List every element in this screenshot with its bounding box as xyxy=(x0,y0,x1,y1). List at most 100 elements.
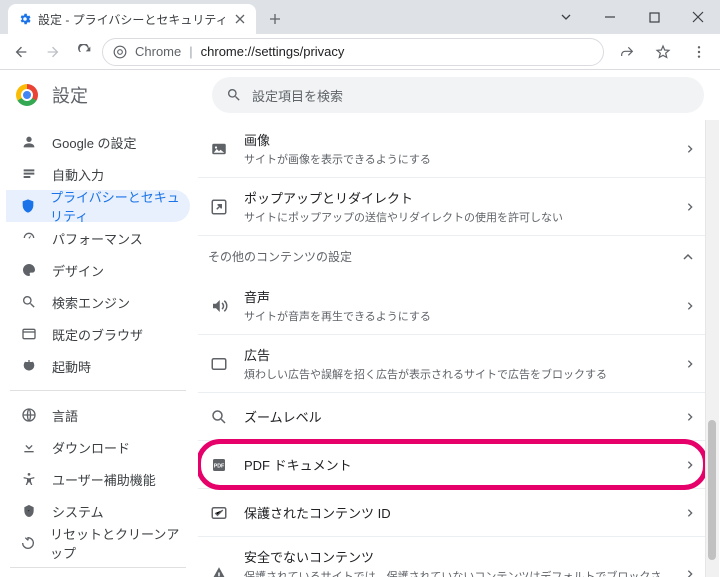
section-header[interactable]: その他のコンテンツの設定 xyxy=(198,235,710,277)
scrollbar-thumb[interactable] xyxy=(708,420,716,560)
sidebar: Google の設定自動入力プライバシーとセキュリティパフォーマンスデザイン検索… xyxy=(0,120,198,577)
sidebar-item[interactable]: システム xyxy=(6,495,190,527)
sidebar-item[interactable]: 自動入力 xyxy=(6,158,190,190)
browser-tab[interactable]: 設定 - プライバシーとセキュリティ xyxy=(8,4,256,34)
settings-row[interactable]: 広告煩わしい広告や誤解を招く広告が表示されるサイトで広告をブロックする xyxy=(198,334,710,392)
chevron-right-icon xyxy=(686,460,694,470)
row-subtitle: 煩わしい広告や誤解を招く広告が表示されるサイトで広告をブロックする xyxy=(244,366,672,382)
chevron-right-icon xyxy=(686,144,694,154)
gear-icon xyxy=(18,12,32,26)
sidebar-item-label: 言語 xyxy=(52,406,78,425)
autofill-icon xyxy=(20,166,38,182)
sidebar-item[interactable]: ダウンロード xyxy=(6,431,190,463)
volume-icon xyxy=(208,297,230,315)
settings-panel: 画像サイトが画像を表示できるようにするポップアップとリダイレクトサイトにポップア… xyxy=(198,120,720,577)
protect-icon xyxy=(208,504,230,522)
sidebar-divider xyxy=(10,390,186,391)
chevron-right-icon xyxy=(686,412,694,422)
sidebar-item-label: 起動時 xyxy=(52,357,91,376)
forward-button[interactable] xyxy=(38,37,68,67)
kebab-icon[interactable] xyxy=(684,37,714,67)
sidebar-item[interactable]: パフォーマンス xyxy=(6,222,190,254)
row-title: 音声 xyxy=(244,287,672,306)
row-subtitle: サイトが音声を再生できるようにする xyxy=(244,308,672,324)
sidebar-item[interactable]: Google の設定 xyxy=(6,126,190,158)
window-controls xyxy=(544,0,720,34)
close-window-button[interactable] xyxy=(676,2,720,32)
settings-row[interactable]: ズームレベル xyxy=(198,392,710,440)
settings-row[interactable]: 安全でないコンテンツ保護されているサイトでは、保護されていないコンテンツはデフォ… xyxy=(198,536,710,577)
browser-icon xyxy=(20,326,38,342)
sidebar-item-label: リセットとクリーンアップ xyxy=(50,524,180,562)
settings-row[interactable]: 画像サイトが画像を表示できるようにする xyxy=(198,120,710,177)
reset-icon xyxy=(20,535,36,551)
sidebar-item[interactable]: 起動時 xyxy=(6,350,190,382)
app-content: 設定 設定項目を検索 Google の設定自動入力プライバシーとセキュリティパフ… xyxy=(0,70,720,577)
maximize-button[interactable] xyxy=(632,2,676,32)
chevron-right-icon xyxy=(686,359,694,369)
scrollbar[interactable] xyxy=(705,120,719,577)
row-title: ズームレベル xyxy=(244,407,672,426)
chevron-right-icon xyxy=(686,569,694,577)
image-icon xyxy=(208,140,230,158)
chevron-right-icon xyxy=(686,301,694,311)
row-subtitle: サイトにポップアップの送信やリダイレクトの使用を許可しない xyxy=(244,209,672,225)
sidebar-item-label: 自動入力 xyxy=(52,165,104,184)
popup-icon xyxy=(208,198,230,216)
star-icon[interactable] xyxy=(648,37,678,67)
chevron-down-icon[interactable] xyxy=(544,2,588,32)
sidebar-item-label: Google の設定 xyxy=(52,133,137,152)
page-title: 設定 xyxy=(52,82,88,108)
chevron-right-icon xyxy=(686,202,694,212)
sidebar-item[interactable]: デザイン xyxy=(6,254,190,286)
address-bar[interactable]: Chrome | chrome://settings/privacy xyxy=(102,38,604,66)
sidebar-item-label: デザイン xyxy=(52,261,104,280)
close-icon[interactable] xyxy=(234,13,246,25)
share-icon[interactable] xyxy=(612,37,642,67)
row-title: 保護されたコンテンツ ID xyxy=(244,503,672,522)
warn-icon xyxy=(208,565,230,577)
reload-button[interactable] xyxy=(70,37,100,67)
toolbar: Chrome | chrome://settings/privacy xyxy=(0,34,720,70)
sidebar-item-label: プライバシーとセキュリティ xyxy=(50,187,180,225)
row-title: 安全でないコンテンツ xyxy=(244,547,672,566)
minimize-button[interactable] xyxy=(588,2,632,32)
chrome-logo-icon xyxy=(16,84,38,106)
chevron-right-icon xyxy=(686,508,694,518)
a11y-icon xyxy=(20,471,38,487)
sidebar-item[interactable]: 既定のブラウザ xyxy=(6,318,190,350)
new-tab-button[interactable] xyxy=(262,6,288,32)
row-title: ポップアップとリダイレクト xyxy=(244,188,672,207)
sidebar-item-label: パフォーマンス xyxy=(52,229,143,248)
power-icon xyxy=(20,358,38,374)
row-title: 広告 xyxy=(244,345,672,364)
chrome-chip-icon xyxy=(113,45,127,59)
sidebar-item[interactable]: 検索エンジン xyxy=(6,286,190,318)
sidebar-item[interactable]: プライバシーとセキュリティ xyxy=(6,190,190,222)
system-icon xyxy=(20,503,38,519)
perf-icon xyxy=(20,230,38,246)
row-title: PDF ドキュメント xyxy=(244,455,672,474)
row-subtitle: 保護されているサイトでは、保護されていないコンテンツはデフォルトでブロックされま… xyxy=(244,568,672,577)
search-placeholder: 設定項目を検索 xyxy=(252,86,343,105)
back-button[interactable] xyxy=(6,37,36,67)
search-icon xyxy=(226,87,242,103)
app-header: 設定 設定項目を検索 xyxy=(0,70,720,120)
zoom-icon xyxy=(208,408,230,426)
sidebar-item[interactable]: ユーザー補助機能 xyxy=(6,463,190,495)
sidebar-item[interactable]: リセットとクリーンアップ xyxy=(6,527,190,559)
shield-icon xyxy=(20,198,36,214)
settings-row[interactable]: 音声サイトが音声を再生できるようにする xyxy=(198,277,710,334)
sidebar-item[interactable]: 言語 xyxy=(6,399,190,431)
globe-icon xyxy=(20,407,38,423)
address-chip: Chrome xyxy=(135,44,181,59)
settings-search[interactable]: 設定項目を検索 xyxy=(212,77,704,113)
search-icon xyxy=(20,294,38,310)
settings-row[interactable]: PDFPDF ドキュメント xyxy=(198,440,710,488)
address-separator: | xyxy=(189,44,192,59)
section-title: その他のコンテンツの設定 xyxy=(208,248,352,265)
download-icon xyxy=(20,439,38,455)
settings-row[interactable]: 保護されたコンテンツ ID xyxy=(198,488,710,536)
settings-row[interactable]: ポップアップとリダイレクトサイトにポップアップの送信やリダイレクトの使用を許可し… xyxy=(198,177,710,235)
window-titlebar: 設定 - プライバシーとセキュリティ xyxy=(0,0,720,34)
